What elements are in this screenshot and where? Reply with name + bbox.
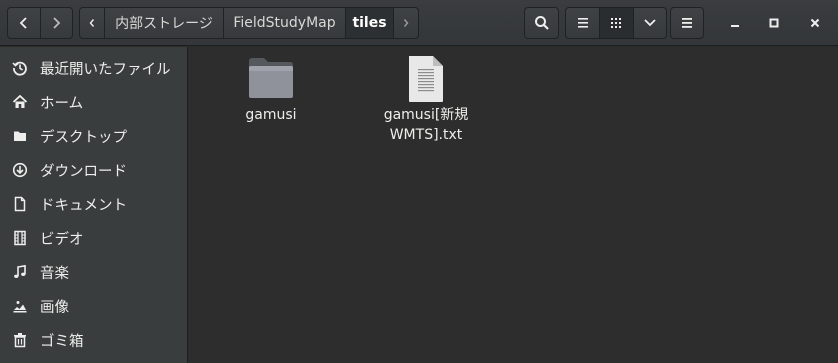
chevron-left-icon [19, 17, 27, 29]
image-icon [13, 301, 27, 313]
file-name-line-1: gamusi[新規 [383, 107, 469, 123]
sidebar-item-label: ゴミ箱 [40, 333, 84, 350]
music-icon [14, 264, 26, 278]
maximize-icon [769, 18, 779, 28]
folder-icon [14, 131, 26, 141]
path-scroll-right-button[interactable] [393, 8, 418, 38]
file-view: gamusi gamusi[新規 WMTS].txt [189, 47, 838, 363]
text-file-icon [409, 56, 443, 102]
history-nav [7, 7, 73, 39]
back-button[interactable] [8, 8, 40, 38]
recent-icon [12, 61, 27, 76]
forward-button[interactable] [39, 8, 72, 38]
image-icon-wrap [0, 298, 40, 314]
path-segment-label: tiles [352, 15, 387, 31]
trash-icon [14, 333, 26, 348]
sidebar-item-label: 画像 [40, 299, 69, 316]
minimize-button[interactable] [717, 7, 753, 39]
maximize-button[interactable] [756, 7, 792, 39]
path-scroll-left-button[interactable] [80, 8, 104, 38]
path-segment-tiles[interactable]: tiles [345, 8, 393, 38]
sidebar: 最近開いたファイル ホーム デスクトップ ダウンロード ドキュメント ビデオ 音… [0, 47, 188, 363]
recent-icon-wrap [0, 60, 40, 76]
path-segment-label: FieldStudyMap [233, 15, 336, 31]
trash-icon-wrap [0, 332, 40, 348]
list-view-button[interactable] [566, 8, 599, 38]
file-manager-window: 内部ストレージ FieldStudyMap tiles 最近開いたファイル ホー… [0, 0, 838, 363]
sidebar-item-videos[interactable]: ビデオ [0, 221, 187, 255]
view-switcher [565, 7, 667, 39]
view-options-button[interactable] [632, 8, 666, 38]
sidebar-item-desktop[interactable]: デスクトップ [0, 119, 187, 153]
sidebar-item-pictures[interactable]: 画像 [0, 289, 187, 323]
download-icon-wrap [0, 162, 40, 178]
menu-button[interactable] [670, 7, 704, 39]
sidebar-item-label: ビデオ [40, 231, 84, 248]
folder-icon-wrap [0, 128, 40, 144]
sidebar-item-home[interactable]: ホーム [0, 85, 187, 119]
sidebar-item-recent[interactable]: 最近開いたファイル [0, 51, 187, 85]
search-button[interactable] [524, 7, 559, 39]
sidebar-item-music[interactable]: 音楽 [0, 255, 187, 289]
music-icon-wrap [0, 264, 40, 280]
path-segment-label: 内部ストレージ [115, 16, 213, 32]
chevron-down-icon [644, 19, 656, 27]
home-icon-wrap [0, 94, 40, 110]
film-icon-wrap [0, 230, 40, 246]
sidebar-item-trash[interactable]: ゴミ箱 [0, 323, 187, 357]
hamburger-menu-icon [682, 18, 692, 28]
path-segment-fieldstudymap[interactable]: FieldStudyMap [223, 8, 345, 38]
document-icon [14, 196, 26, 212]
folder-large-icon [249, 58, 293, 98]
chevron-left-small-icon [89, 19, 95, 27]
sidebar-item-label: ドキュメント [40, 197, 127, 214]
close-button[interactable] [797, 7, 833, 39]
chevron-right-icon [53, 17, 61, 29]
file-item-text[interactable]: gamusi[新規 WMTS].txt [371, 55, 481, 145]
path-segment-internal-storage[interactable]: 内部ストレージ [104, 8, 223, 38]
list-icon [577, 18, 588, 28]
header-bar: 内部ストレージ FieldStudyMap tiles [0, 0, 838, 46]
document-icon-wrap [0, 196, 40, 212]
chevron-right-small-icon [403, 19, 409, 27]
grid-icon [611, 18, 622, 28]
search-icon [534, 16, 549, 30]
file-name-line-2: WMTS].txt [389, 127, 463, 143]
sidebar-item-label: ホーム [40, 95, 84, 112]
sidebar-item-documents[interactable]: ドキュメント [0, 187, 187, 221]
minimize-icon [731, 25, 739, 27]
sidebar-item-label: デスクトップ [40, 129, 127, 146]
path-bar: 内部ストレージ FieldStudyMap tiles [79, 7, 419, 39]
file-name: gamusi [245, 107, 297, 123]
film-icon [14, 230, 26, 246]
grid-view-button[interactable] [599, 8, 633, 38]
home-icon [12, 94, 28, 108]
close-icon [810, 18, 820, 28]
sidebar-item-downloads[interactable]: ダウンロード [0, 153, 187, 187]
sidebar-item-label: ダウンロード [40, 163, 127, 180]
sidebar-item-label: 最近開いたファイル [40, 61, 171, 78]
file-item-folder[interactable]: gamusi [216, 57, 326, 125]
download-icon [12, 162, 28, 178]
sidebar-item-label: 音楽 [40, 265, 69, 282]
